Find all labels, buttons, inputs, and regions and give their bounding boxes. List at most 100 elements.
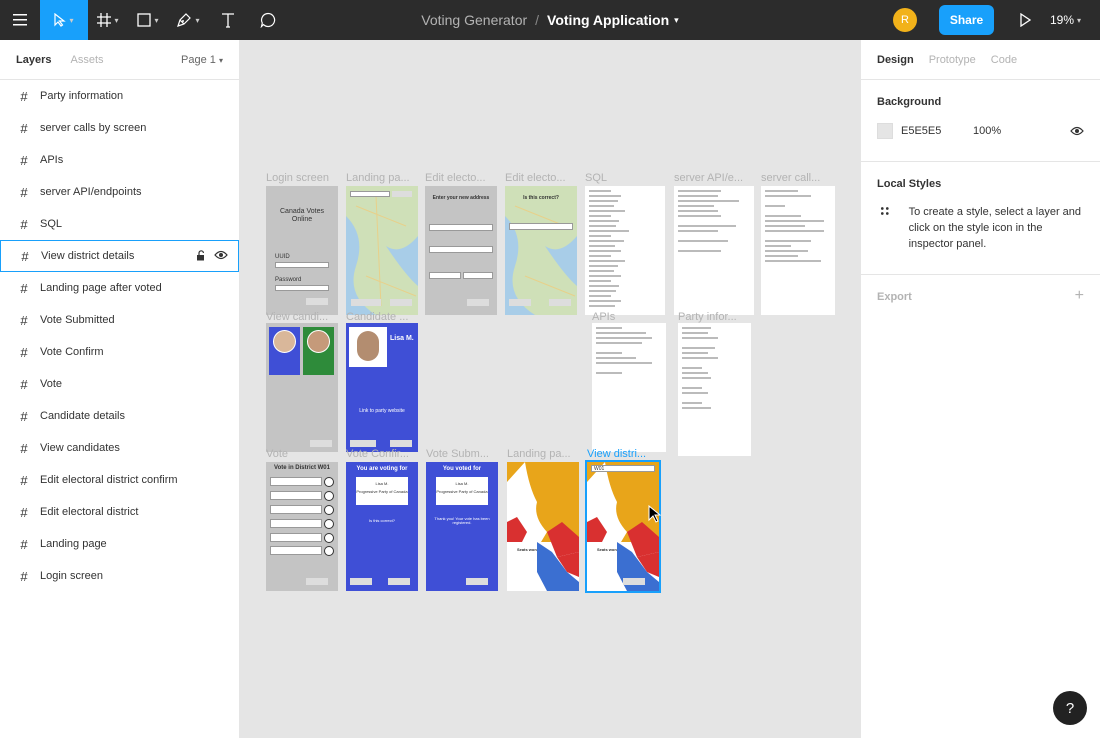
eye-icon[interactable]	[214, 250, 228, 260]
layer-label: Candidate details	[40, 410, 126, 422]
frame-view-candidates[interactable]	[266, 323, 338, 452]
layer-label: Edit electoral district confirm	[40, 474, 178, 486]
frame-label-login[interactable]: Login screen	[266, 172, 341, 184]
tab-assets[interactable]: Assets	[70, 54, 103, 66]
layer-item[interactable]: # SQL	[0, 208, 239, 240]
doc-text-lines	[678, 190, 750, 255]
frame-vote[interactable]: Vote in District W01	[266, 462, 338, 591]
rectangle-icon	[137, 13, 152, 27]
layer-item[interactable]: # server calls by screen	[0, 112, 239, 144]
frame-icon: #	[21, 248, 29, 264]
layer-item[interactable]: # Vote Submitted	[0, 304, 239, 336]
main-menu-button[interactable]	[0, 0, 40, 40]
doc-text-lines	[682, 327, 747, 412]
comment-tool-button[interactable]	[248, 0, 288, 40]
province-field	[429, 272, 461, 279]
eye-icon[interactable]	[1070, 126, 1084, 136]
frame-label-candidate-details[interactable]: Candidate ...	[346, 311, 418, 323]
layer-item[interactable]: # APIs	[0, 144, 239, 176]
frame-edit-district[interactable]: Enter your new address	[425, 186, 497, 315]
layer-label: Vote Confirm	[40, 346, 104, 358]
move-tool-button[interactable]: ▾	[40, 0, 88, 40]
unlock-icon[interactable]	[196, 250, 206, 261]
frame-login-screen[interactable]: Canada Votes Online UUID Password	[266, 186, 338, 315]
district-dropdown: W01	[591, 465, 655, 472]
zoom-menu[interactable]: 19% ▾	[1050, 13, 1100, 27]
layer-item[interactable]: # Edit electoral district confirm	[0, 464, 239, 496]
text-tool-button[interactable]	[208, 0, 248, 40]
background-hex[interactable]: E5E5E5	[901, 125, 973, 137]
pen-tool-button[interactable]: ▾	[168, 0, 208, 40]
frame-label-vote-submitted[interactable]: Vote Subm...	[426, 448, 498, 460]
layer-item[interactable]: # Login screen	[0, 560, 239, 592]
frame-label-sql[interactable]: SQL	[585, 172, 657, 184]
layer-item[interactable]: # Edit electoral district	[0, 496, 239, 528]
toolbar-right: R Share 19% ▾	[893, 0, 1100, 40]
frame-label-vote-confirm[interactable]: Vote Confir...	[346, 448, 418, 460]
project-name[interactable]: Voting Generator	[421, 12, 527, 28]
tab-code[interactable]: Code	[991, 54, 1017, 66]
layer-item[interactable]: # Candidate details	[0, 400, 239, 432]
frame-party-info[interactable]	[678, 323, 751, 456]
background-opacity[interactable]: 100%	[973, 125, 1001, 137]
file-name[interactable]: Voting Application	[547, 12, 669, 28]
layer-label: Party information	[40, 90, 124, 102]
background-swatch[interactable]	[877, 123, 893, 139]
frame-vote-submitted[interactable]: You voted for Lisa M. Progressive Party …	[426, 462, 498, 591]
page-selector[interactable]: Page 1 ▾	[181, 54, 223, 66]
layer-item[interactable]: # Party information	[0, 80, 239, 112]
layer-label: View district details	[41, 250, 135, 262]
frame-label-landing[interactable]: Landing pa...	[346, 172, 418, 184]
tab-prototype[interactable]: Prototype	[929, 54, 976, 66]
frame-label-landing-voted[interactable]: Landing pa...	[507, 448, 579, 460]
frame-candidate-details[interactable]: Lisa M. Link to party website	[346, 323, 418, 452]
candidate-card	[303, 327, 334, 375]
frame-label-server-calls[interactable]: server call...	[761, 172, 835, 184]
tab-design[interactable]: Design	[877, 54, 914, 66]
shape-tool-button[interactable]: ▾	[128, 0, 168, 40]
frame-server-api[interactable]	[674, 186, 754, 315]
avatar[interactable]: R	[893, 8, 917, 32]
present-button[interactable]	[1010, 13, 1040, 27]
frame-label-view-candidates[interactable]: View candi...	[266, 311, 341, 323]
design-canvas[interactable]: Login screen Landing pa... Edit electo..…	[240, 40, 860, 738]
frame-label-apis[interactable]: APIs	[592, 311, 664, 323]
frame-landing-after-voted[interactable]: Seats won	[507, 462, 579, 591]
ballot-radio	[324, 533, 334, 543]
frame-label-view-district[interactable]: View distri...	[587, 448, 659, 460]
frame-icon: #	[20, 472, 28, 488]
share-button[interactable]: Share	[939, 5, 994, 35]
page-selector-label: Page 1	[181, 54, 216, 66]
frame-label-server-api[interactable]: server API/e...	[674, 172, 750, 184]
layer-item[interactable]: # View candidates	[0, 432, 239, 464]
vote-submit-button	[306, 578, 328, 585]
frame-label-edit-district[interactable]: Edit electo...	[425, 172, 497, 184]
frame-label-edit-district-confirm[interactable]: Edit electo...	[505, 172, 577, 184]
plus-icon[interactable]: +	[1075, 287, 1084, 305]
view-candidate-button	[350, 440, 376, 447]
ballot-radio	[324, 505, 334, 515]
layer-item[interactable]: # Landing page after voted	[0, 272, 239, 304]
frame-label-vote[interactable]: Vote	[266, 448, 341, 460]
frame-landing-page[interactable]	[346, 186, 418, 315]
layer-item[interactable]: # Vote Confirm	[0, 336, 239, 368]
layer-item[interactable]: # Landing page	[0, 528, 239, 560]
candidate-photo	[307, 330, 330, 353]
frame-edit-district-confirm[interactable]: Is this correct?	[505, 186, 577, 315]
local-styles-heading: Local Styles	[877, 178, 942, 190]
submitted-title: You voted for	[442, 466, 482, 472]
frame-label-party-info[interactable]: Party infor...	[678, 311, 754, 323]
frame-apis[interactable]	[592, 323, 666, 452]
tab-layers[interactable]: Layers	[16, 54, 51, 66]
frame-view-district-details[interactable]: W01 Seats won	[585, 460, 661, 593]
layer-label: server calls by screen	[40, 122, 147, 134]
frame-tool-button[interactable]: ▾	[88, 0, 128, 40]
ballot-row	[270, 533, 322, 542]
layer-item[interactable]: # server API/endpoints	[0, 176, 239, 208]
frame-sql[interactable]	[585, 186, 665, 315]
help-button[interactable]: ?	[1053, 691, 1087, 725]
layer-item-selected[interactable]: # View district details	[0, 240, 239, 272]
layer-item[interactable]: # Vote	[0, 368, 239, 400]
frame-server-calls[interactable]	[761, 186, 835, 315]
frame-vote-confirm[interactable]: You are voting for Lisa M. Progressive P…	[346, 462, 418, 591]
